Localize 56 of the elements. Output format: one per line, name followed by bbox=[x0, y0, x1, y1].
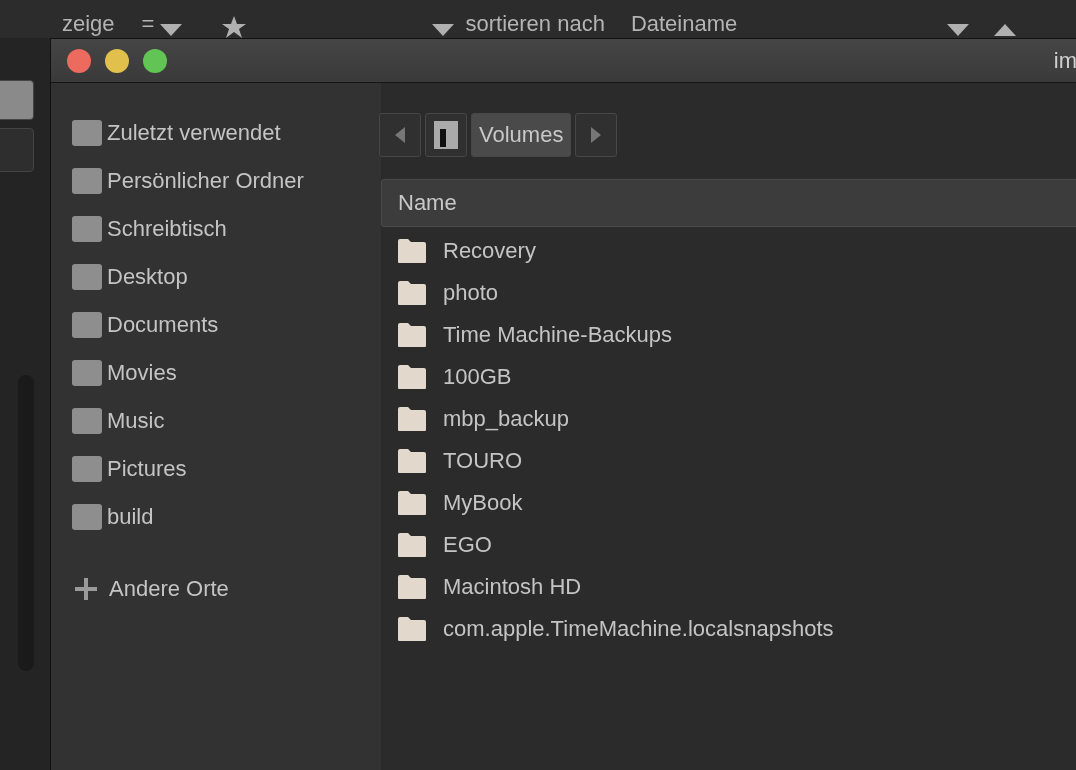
plus-icon bbox=[75, 578, 97, 600]
file-name[interactable]: 100GB bbox=[443, 364, 512, 390]
folder-icon bbox=[397, 532, 427, 558]
sidebar-item[interactable]: Music bbox=[107, 408, 165, 434]
folder-icon bbox=[397, 490, 427, 516]
folder-icon bbox=[397, 448, 427, 474]
file-name[interactable]: EGO bbox=[443, 532, 492, 558]
sidebar-item[interactable]: Pictures bbox=[107, 456, 187, 482]
file-name[interactable]: com.apple.TimeMachine.localsnapshots bbox=[443, 616, 834, 642]
place-icon bbox=[71, 310, 103, 340]
close-button[interactable] bbox=[67, 48, 91, 73]
folder-icon bbox=[397, 574, 427, 600]
sidebar-item[interactable]: build bbox=[107, 504, 154, 530]
place-icon bbox=[71, 166, 103, 196]
show-label: zeige bbox=[62, 12, 115, 36]
star-icon[interactable] bbox=[222, 16, 247, 38]
path-button[interactable]: Volumes bbox=[471, 113, 572, 157]
place-icon bbox=[71, 406, 103, 436]
chevron-right-icon bbox=[591, 127, 602, 143]
sidebar-item[interactable]: Zuletzt verwendet bbox=[107, 120, 281, 146]
place-icon bbox=[71, 358, 103, 388]
sidebar-item[interactable]: Documents bbox=[107, 312, 219, 338]
forward-button[interactable] bbox=[575, 113, 618, 157]
folder-icon bbox=[397, 238, 427, 264]
file-name[interactable]: Time Machine-Backups bbox=[443, 322, 673, 348]
sidebar-item[interactable]: Desktop bbox=[107, 264, 188, 290]
sidebar-item[interactable]: Schreibtisch bbox=[107, 216, 227, 242]
window-title: im bbox=[1053, 47, 1076, 74]
folder-icon bbox=[397, 280, 427, 306]
sidebar-item[interactable]: Persönlicher Ordner bbox=[107, 168, 304, 194]
minimize-button[interactable] bbox=[105, 48, 129, 73]
sidebar-item[interactable]: Movies bbox=[107, 360, 177, 386]
place-icon bbox=[71, 214, 103, 244]
file-name[interactable]: Recovery bbox=[443, 238, 536, 264]
sort-label: sortieren nach bbox=[465, 12, 605, 36]
place-icon bbox=[71, 502, 103, 532]
file-name[interactable]: TOURO bbox=[443, 448, 523, 474]
file-name[interactable]: MyBook bbox=[443, 490, 523, 516]
folder-icon bbox=[397, 406, 427, 432]
disk-button[interactable] bbox=[425, 113, 467, 157]
folder-icon bbox=[397, 322, 427, 348]
sort-value[interactable]: Dateiname bbox=[630, 12, 738, 36]
file-name[interactable]: Macintosh HD bbox=[443, 574, 582, 600]
folder-icon bbox=[397, 364, 427, 390]
folder-icon bbox=[397, 616, 427, 642]
filter-symbol: = bbox=[141, 12, 155, 36]
panel-button[interactable] bbox=[0, 80, 34, 120]
file-name[interactable]: mbp_backup bbox=[443, 406, 569, 432]
file-name[interactable]: photo bbox=[443, 280, 499, 306]
place-icon bbox=[71, 118, 103, 148]
zoom-button[interactable] bbox=[143, 48, 167, 73]
place-icon bbox=[71, 454, 103, 484]
place-icon bbox=[71, 262, 103, 292]
column-header[interactable]: Name bbox=[381, 179, 1076, 227]
chevron-left-icon bbox=[395, 127, 405, 143]
other-locations-item[interactable]: Andere Orte bbox=[109, 576, 229, 602]
